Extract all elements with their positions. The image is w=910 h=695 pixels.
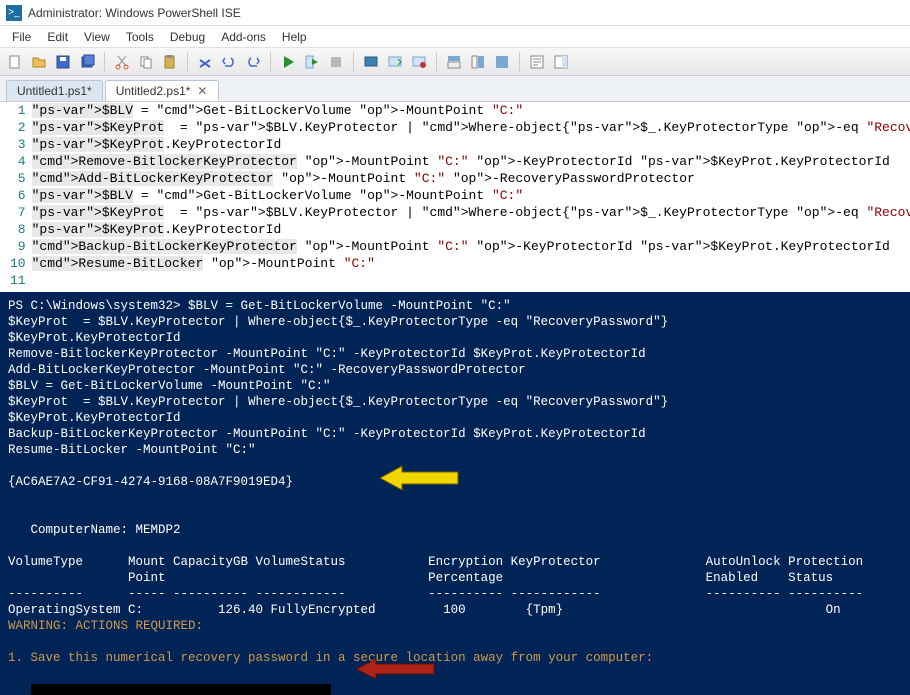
show-script-max-icon[interactable]	[491, 51, 513, 73]
copy-icon[interactable]	[135, 51, 157, 73]
line-gutter: 1234567891011	[0, 102, 32, 292]
tab-label: Untitled2.ps1*	[116, 84, 191, 98]
toolbar-separator	[104, 52, 105, 72]
show-script-right-icon[interactable]	[467, 51, 489, 73]
menu-help[interactable]: Help	[274, 27, 315, 47]
toolbar-separator	[270, 52, 271, 72]
redo-icon[interactable]	[242, 51, 264, 73]
menubar: File Edit View Tools Debug Add-ons Help	[0, 26, 910, 48]
save-all-icon[interactable]	[76, 51, 98, 73]
tab-untitled1[interactable]: Untitled1.ps1*	[6, 80, 103, 101]
console-output: PS C:\Windows\system32> $BLV = Get-BitLo…	[8, 298, 902, 695]
new-remote-icon[interactable]	[360, 51, 382, 73]
stop-icon[interactable]	[325, 51, 347, 73]
toolbar	[0, 48, 910, 76]
app-icon: >_	[6, 5, 22, 21]
tab-label: Untitled1.ps1*	[17, 84, 92, 98]
console-pane[interactable]: PS C:\Windows\system32> $BLV = Get-BitLo…	[0, 292, 910, 695]
show-script-top-icon[interactable]	[443, 51, 465, 73]
toolbar-separator	[187, 52, 188, 72]
start-pssession-icon[interactable]	[384, 51, 406, 73]
open-file-icon[interactable]	[28, 51, 50, 73]
cut-icon[interactable]	[111, 51, 133, 73]
undo-icon[interactable]	[218, 51, 240, 73]
close-icon[interactable]: ✕	[196, 85, 208, 97]
tab-untitled2[interactable]: Untitled2.ps1* ✕	[105, 80, 220, 101]
menu-file[interactable]: File	[4, 27, 39, 47]
window-title: Administrator: Windows PowerShell ISE	[28, 6, 241, 20]
annotation-arrow-yellow	[380, 464, 460, 492]
titlebar: >_ Administrator: Windows PowerShell ISE	[0, 0, 910, 26]
run-selection-icon[interactable]	[301, 51, 323, 73]
show-addon-icon[interactable]	[550, 51, 572, 73]
run-icon[interactable]	[277, 51, 299, 73]
stop-pssession-icon[interactable]	[408, 51, 430, 73]
toolbar-separator	[353, 52, 354, 72]
annotation-arrow-red	[356, 657, 436, 681]
menu-addons[interactable]: Add-ons	[213, 27, 274, 47]
show-command-icon[interactable]	[526, 51, 548, 73]
script-editor[interactable]: 1234567891011 "ps-var">$BLV = "cmd">Get-…	[0, 102, 910, 292]
menu-edit[interactable]: Edit	[39, 27, 76, 47]
code-area[interactable]: "ps-var">$BLV = "cmd">Get-BitLockerVolum…	[32, 102, 910, 292]
menu-debug[interactable]: Debug	[162, 27, 213, 47]
tabbar: Untitled1.ps1* Untitled2.ps1* ✕	[0, 76, 910, 102]
paste-icon[interactable]	[159, 51, 181, 73]
toolbar-separator	[519, 52, 520, 72]
menu-view[interactable]: View	[76, 27, 118, 47]
new-file-icon[interactable]	[4, 51, 26, 73]
save-icon[interactable]	[52, 51, 74, 73]
menu-tools[interactable]: Tools	[118, 27, 162, 47]
clear-icon[interactable]	[194, 51, 216, 73]
toolbar-separator	[436, 52, 437, 72]
